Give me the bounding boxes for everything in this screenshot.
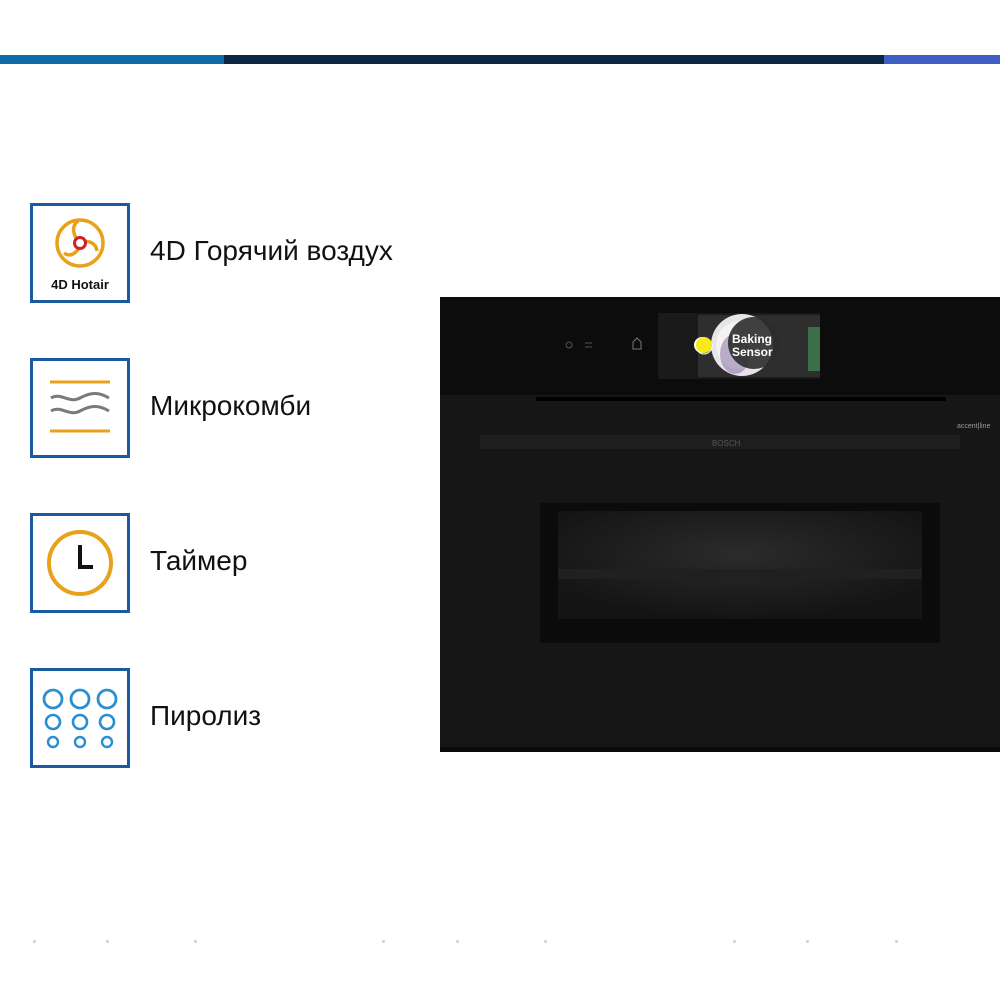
bottom-dot xyxy=(733,940,736,943)
bottom-dot xyxy=(806,940,809,943)
oven-series-label: accent|line xyxy=(957,423,991,430)
top-bar-segment-light xyxy=(0,55,224,64)
4d-hotair-fan-icon: 4D Hotair xyxy=(51,218,109,292)
feature-hotair-label: 4D Горячий воздух xyxy=(150,235,393,266)
clock-icon xyxy=(47,530,113,596)
top-color-bar xyxy=(0,55,1000,64)
bottom-dot xyxy=(106,940,109,943)
pyrolysis-circles-icon xyxy=(42,688,118,749)
display-text-line1: Baking xyxy=(732,332,773,346)
top-bar-segment-blue xyxy=(884,55,1000,64)
feature-timer-tile xyxy=(30,513,130,613)
feature-microcombi-label: Микрокомби xyxy=(150,390,312,421)
feature-timer-label: Таймер xyxy=(150,545,248,576)
oven-brand-logo: BOSCH xyxy=(712,439,741,448)
feature-hotair-tile: 4D Hotair xyxy=(30,203,130,303)
feature-pyrolysis-tile xyxy=(30,668,130,768)
oven-product-image: Baking Sensor BOSCH accent|line xyxy=(440,297,1000,752)
microwave-waves-icon xyxy=(50,380,110,433)
bottom-dot xyxy=(456,940,459,943)
hotair-icon-text: 4D Hotair xyxy=(51,277,109,292)
bottom-dots xyxy=(0,940,1000,946)
bottom-dot xyxy=(382,940,385,943)
bottom-dot xyxy=(544,940,547,943)
top-bar-segment-dark xyxy=(224,55,884,64)
display-text-line2: Sensor xyxy=(732,345,773,359)
feature-microcombi-tile xyxy=(30,358,130,458)
bottom-dot xyxy=(33,940,36,943)
bottom-dot xyxy=(895,940,898,943)
bottom-dot xyxy=(194,940,197,943)
feature-pyrolysis-label: Пиролиз xyxy=(150,700,262,731)
